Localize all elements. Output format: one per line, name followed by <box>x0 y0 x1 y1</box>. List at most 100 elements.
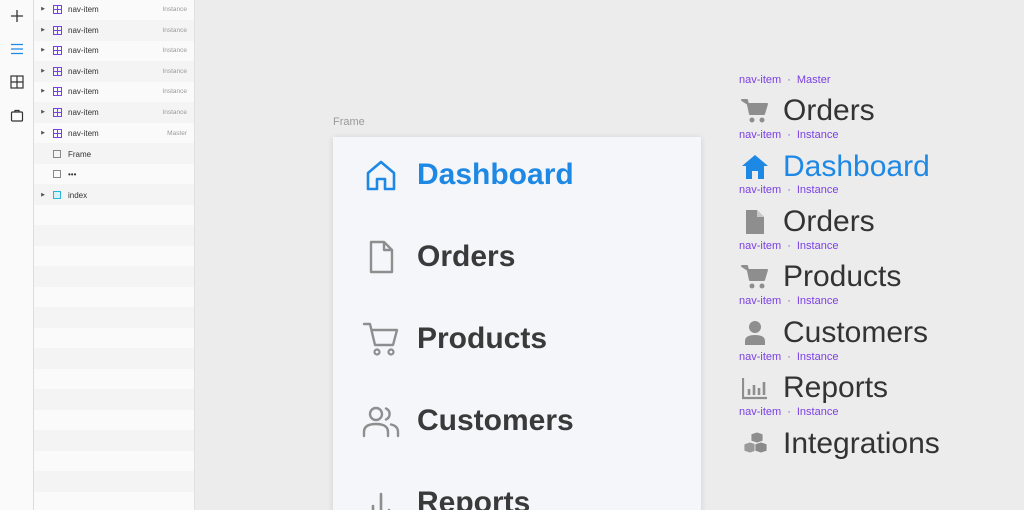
component-instance-icon <box>50 2 64 16</box>
component-tag: nav-item · Master <box>739 74 831 86</box>
component-products[interactable]: Products <box>739 259 901 295</box>
layer-name: nav-item <box>68 4 99 14</box>
nav-item-label: Customers <box>417 404 574 437</box>
bar-chart-icon <box>739 372 771 404</box>
home-outline-icon <box>361 155 401 195</box>
assets-bag-icon[interactable] <box>7 105 27 125</box>
layer-row[interactable]: ▶ nav-item Instance <box>34 81 194 101</box>
component-master-icon <box>50 126 64 140</box>
nav-item-label: Orders <box>417 240 516 273</box>
layer-row[interactable]: ▶ nav-item Master <box>34 123 194 143</box>
add-icon[interactable] <box>7 6 27 26</box>
expand-arrow-icon[interactable]: ▶ <box>38 192 48 198</box>
layer-tag: Master <box>167 129 187 137</box>
layer-row[interactable]: ▶ nav-item Instance <box>34 20 194 40</box>
expand-arrow-icon[interactable]: ▶ <box>38 47 48 53</box>
layers-icon[interactable] <box>7 39 27 59</box>
layer-row[interactable]: Frame <box>34 144 194 164</box>
nav-item-label: Dashboard <box>417 158 574 191</box>
layer-row[interactable]: ▶ nav-item Instance <box>34 61 194 81</box>
expand-arrow-icon[interactable]: ▶ <box>38 6 48 12</box>
document-icon <box>739 206 771 238</box>
component-label: Orders <box>783 94 875 127</box>
expand-arrow-icon[interactable]: ▶ <box>38 130 48 136</box>
layer-row[interactable]: ▶ nav-item Instance <box>34 0 194 19</box>
component-tag: nav-item · Instance <box>739 240 839 252</box>
component-label: Integrations <box>783 427 940 460</box>
nav-item-orders[interactable]: Orders <box>361 235 515 279</box>
component-orders-master[interactable]: Orders <box>739 93 875 129</box>
component-tag-name: nav-item <box>739 406 782 418</box>
components-grid-icon[interactable] <box>7 72 27 92</box>
component-label: Orders <box>783 205 875 238</box>
layer-name: nav-item <box>68 107 99 117</box>
layer-tag: Instance <box>162 5 187 13</box>
component-tag-kind: Instance <box>796 351 839 363</box>
layer-tag: Instance <box>162 26 187 34</box>
layer-name: nav-item <box>68 45 99 55</box>
nav-item-dashboard[interactable]: Dashboard <box>361 153 574 197</box>
component-instance-icon <box>50 105 64 119</box>
layer-row[interactable]: ▶ nav-item Instance <box>34 40 194 60</box>
expand-arrow-icon[interactable]: ▶ <box>38 27 48 33</box>
component-instance-icon <box>50 64 64 78</box>
component-tag-name: nav-item <box>739 295 782 307</box>
component-tag-kind: Instance <box>796 129 839 141</box>
cart-icon <box>739 261 771 293</box>
component-label: Products <box>783 260 902 293</box>
nav-item-products[interactable]: Products <box>361 317 547 361</box>
toolbar <box>0 0 34 510</box>
bar-chart-icon <box>361 483 401 510</box>
page-layer-icon <box>50 188 64 202</box>
component-tag-kind: Instance <box>796 406 839 418</box>
layer-name: index <box>68 190 88 200</box>
cart-icon <box>739 95 771 127</box>
expand-arrow-icon[interactable]: ▶ <box>38 109 48 115</box>
component-tag-kind: Instance <box>796 240 839 252</box>
component-integrations[interactable]: Integrations <box>739 426 940 462</box>
component-tag: nav-item · Instance <box>739 295 839 307</box>
layer-tag: Instance <box>162 87 187 95</box>
layer-row[interactable]: ▶ nav-item Instance <box>34 102 194 122</box>
cart-outline-icon <box>361 319 401 359</box>
layer-name: nav-item <box>68 86 99 96</box>
layer-row[interactable]: ▶ index <box>34 185 194 205</box>
component-tag: nav-item · Instance <box>739 129 839 141</box>
layer-tag: Instance <box>162 108 187 116</box>
component-tag-kind: Instance <box>796 184 839 196</box>
component-customers[interactable]: Customers <box>739 315 928 351</box>
nav-item-customers[interactable]: Customers <box>361 399 574 443</box>
expand-arrow-icon[interactable]: ▶ <box>38 68 48 74</box>
user-icon <box>739 317 771 349</box>
frame-layer-icon <box>50 147 64 161</box>
component-instance-icon <box>50 43 64 57</box>
frame[interactable]: Dashboard Orders Products Customers Repo… <box>333 137 701 510</box>
frame-label: Frame <box>333 116 365 128</box>
layer-row[interactable]: ••• <box>34 164 194 184</box>
component-reports[interactable]: Reports <box>739 370 888 406</box>
component-dashboard[interactable]: Dashboard <box>739 149 930 185</box>
component-tag-name: nav-item <box>739 240 782 252</box>
component-tag-name: nav-item <box>739 74 782 86</box>
component-instance-icon <box>50 23 64 37</box>
nav-item-reports[interactable]: Reports <box>361 481 530 510</box>
layer-name: Frame <box>68 149 92 159</box>
component-tag: nav-item · Instance <box>739 406 839 418</box>
layers-panel: ▶ nav-item Instance ▶ nav-item Instance … <box>34 0 195 510</box>
layer-tag: Instance <box>162 46 187 54</box>
layer-name: nav-item <box>68 66 99 76</box>
layer-tag: Instance <box>162 67 187 75</box>
component-tag-name: nav-item <box>739 351 782 363</box>
component-label: Dashboard <box>783 150 930 183</box>
component-label: Reports <box>783 371 889 404</box>
component-tag-name: nav-item <box>739 129 782 141</box>
expand-arrow-icon[interactable]: ▶ <box>38 88 48 94</box>
component-orders[interactable]: Orders <box>739 204 875 240</box>
component-tag-kind: Instance <box>796 295 839 307</box>
users-outline-icon <box>361 401 401 441</box>
component-label: Customers <box>783 316 929 349</box>
layer-name: nav-item <box>68 25 99 35</box>
component-tag-kind: Master <box>796 74 831 86</box>
cubes-icon <box>739 428 771 460</box>
nav-item-label: Reports <box>417 486 531 510</box>
